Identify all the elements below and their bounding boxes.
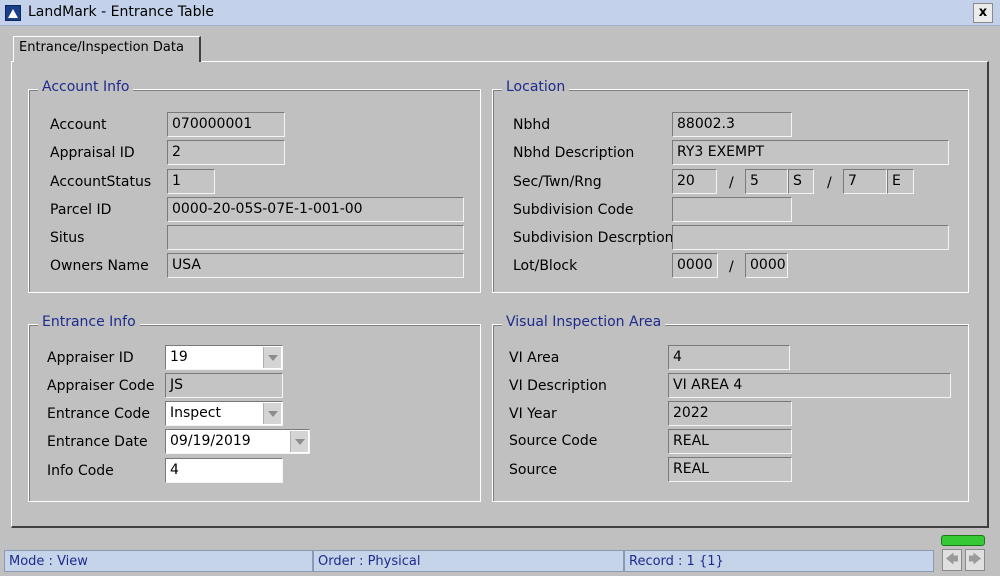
dropdown-arrow-icon[interactable] [263, 347, 281, 368]
dropdown-arrow-icon[interactable] [263, 403, 281, 424]
status-indicator [941, 535, 985, 546]
visual-inspection-legend: Visual Inspection Area [502, 314, 666, 330]
lot-block-separator: / [729, 259, 734, 275]
section-field[interactable]: 20 [672, 169, 717, 194]
prev-record-button[interactable]: 🡄 [942, 549, 962, 571]
account-info-legend: Account Info [38, 79, 134, 95]
info-code-label: Info Code [47, 463, 114, 479]
appraiser-code-label: Appraiser Code [47, 378, 155, 394]
subdivision-description-label: Subdivision Descrption [513, 230, 674, 246]
location-legend: Location [502, 79, 570, 95]
owners-name-field[interactable]: USA [167, 253, 464, 278]
entrance-info-legend: Entrance Info [38, 314, 140, 330]
nbhd-description-field[interactable]: RY3 EXEMPT [672, 140, 949, 165]
entrance-date-label: Entrance Date [47, 434, 148, 450]
subdivision-code-label: Subdivision Code [513, 202, 634, 218]
app-icon [5, 5, 21, 21]
block-field[interactable]: 0000 [745, 253, 788, 278]
situs-field[interactable] [167, 225, 464, 250]
township-field[interactable]: 5 [745, 169, 788, 194]
vi-description-field[interactable]: VI AREA 4 [668, 373, 951, 398]
entrance-code-value: Inspect [170, 405, 221, 421]
appraiser-id-dropdown[interactable]: 19 [165, 345, 283, 370]
next-record-icon: 🡆 [968, 552, 982, 567]
close-icon: x [978, 5, 988, 20]
account-status-field[interactable]: 1 [167, 169, 215, 194]
subdivision-code-field[interactable] [672, 197, 792, 222]
subdivision-description-field[interactable] [672, 225, 949, 250]
appraisal-id-label: Appraisal ID [50, 145, 135, 161]
info-code-field[interactable]: 4 [165, 458, 283, 483]
window-title: LandMark - Entrance Table [28, 4, 214, 20]
account-status-label: AccountStatus [50, 174, 152, 190]
vi-year-field[interactable]: 2022 [668, 401, 792, 426]
parcel-id-field[interactable]: 0000-20-05S-07E-1-001-00 [167, 197, 464, 222]
nbhd-field[interactable]: 88002.3 [672, 112, 792, 137]
appraiser-id-label: Appraiser ID [47, 350, 134, 366]
dropdown-arrow-icon[interactable] [290, 431, 308, 452]
appraiser-id-value: 19 [170, 349, 188, 365]
vi-description-label: VI Description [509, 378, 607, 394]
owners-name-label: Owners Name [50, 258, 149, 274]
vi-area-label: VI Area [509, 350, 560, 366]
title-bar: LandMark - Entrance Table x [0, 0, 1000, 26]
nbhd-description-label: Nbhd Description [513, 145, 635, 161]
appraisal-id-field[interactable]: 2 [167, 140, 285, 165]
entrance-date-picker[interactable]: 09/19/2019 [165, 429, 310, 454]
range-direction-field[interactable]: E [887, 169, 914, 194]
source-code-label: Source Code [509, 433, 598, 449]
township-direction-field[interactable]: S [788, 169, 814, 194]
tab-entrance-inspection[interactable]: Entrance/Inspection Data [13, 36, 201, 62]
vi-year-label: VI Year [509, 406, 557, 422]
status-order: Order : Physical [313, 550, 624, 572]
entrance-code-dropdown[interactable]: Inspect [165, 401, 283, 426]
account-field[interactable]: 070000001 [167, 112, 285, 137]
prev-record-icon: 🡄 [945, 552, 959, 567]
lot-block-label: Lot/Block [513, 258, 578, 274]
sec-twn-rng-label: Sec/Twn/Rng [513, 174, 602, 190]
source-label: Source [509, 462, 558, 478]
situs-label: Situs [50, 230, 85, 246]
entrance-date-value: 09/19/2019 [170, 433, 251, 449]
twn-rng-separator: / [827, 175, 832, 191]
source-field[interactable]: REAL [668, 457, 792, 482]
close-button[interactable]: x [973, 3, 993, 23]
lot-field[interactable]: 0000 [672, 253, 718, 278]
next-record-button[interactable]: 🡆 [965, 549, 985, 571]
nbhd-label: Nbhd [513, 117, 551, 133]
vi-area-field[interactable]: 4 [668, 345, 790, 370]
entrance-code-label: Entrance Code [47, 406, 151, 422]
range-field[interactable]: 7 [843, 169, 887, 194]
parcel-id-label: Parcel ID [50, 202, 112, 218]
sec-twn-separator: / [729, 175, 734, 191]
source-code-field[interactable]: REAL [668, 429, 792, 454]
appraiser-code-field[interactable]: JS [165, 373, 283, 398]
status-mode: Mode : View [4, 550, 313, 572]
account-label: Account [50, 117, 107, 133]
status-record: Record : 1 {1} [624, 550, 934, 572]
